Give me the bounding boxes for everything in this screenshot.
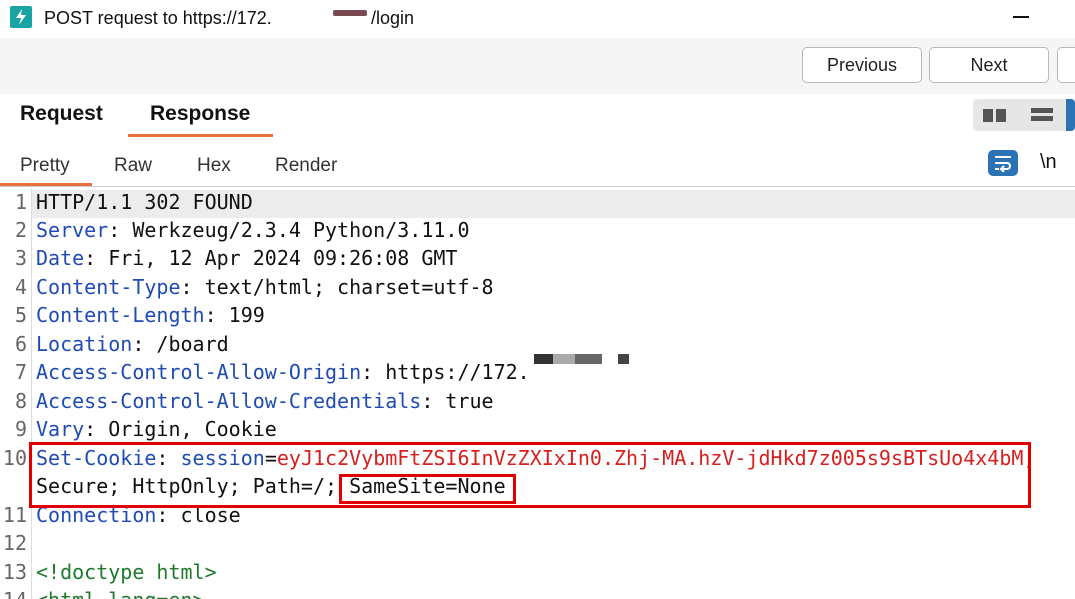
header-value: https://172.: [373, 360, 530, 384]
header-line: Access-Control-Allow-Origin: https://172…: [36, 360, 530, 384]
word-wrap-icon[interactable]: [988, 150, 1018, 176]
tab-pretty[interactable]: Pretty: [20, 155, 70, 177]
active-subtab-indicator: [0, 183, 92, 186]
html-tag: <html lang=en>: [36, 588, 205, 599]
more-button[interactable]: [1057, 47, 1075, 83]
line-number: 2: [14, 218, 27, 242]
window-title: POST request to https://172.: [44, 8, 272, 28]
view-subtabs: Pretty Raw Hex Render \n: [0, 138, 1075, 187]
tab-raw[interactable]: Raw: [114, 155, 152, 177]
header-line: Content-Length: 199: [36, 303, 265, 327]
title-bar: POST request to https://172. /login: [0, 0, 1075, 38]
header-line: Location: /board: [36, 332, 229, 356]
header-key: Content-Length: [36, 303, 205, 327]
header-key: Vary: [36, 417, 85, 441]
header-line: Date: Fri, 12 Apr 2024 09:26:08 GMT: [36, 246, 458, 270]
stacked-layout-icon[interactable]: [1031, 108, 1053, 122]
header-key: Location: [36, 332, 133, 356]
tab-render[interactable]: Render: [275, 155, 337, 177]
line-number-gutter: 1 2 3 4 5 6 7 8 9 10 11 12 13 14: [0, 188, 32, 599]
header-value: true: [433, 389, 494, 413]
line-number: 3: [14, 246, 27, 270]
line-number: 7: [14, 360, 27, 384]
single-layout-icon[interactable]: [1066, 99, 1075, 131]
redacted-ip: [618, 354, 629, 364]
line-number: 9: [14, 417, 27, 441]
header-key: Access-Control-Allow-Credentials: [36, 389, 422, 413]
tab-request[interactable]: Request: [20, 102, 103, 126]
header-value: Fri, 12 Apr 2024 09:26:08 GMT: [96, 246, 458, 270]
active-tab-indicator: [128, 134, 273, 137]
line-number: 4: [14, 275, 27, 299]
line-number: 5: [14, 303, 27, 327]
header-key: Content-Type: [36, 275, 181, 299]
header-line: Content-Type: text/html; charset=utf-8: [36, 275, 494, 299]
split-layout-icon[interactable]: [983, 109, 1007, 122]
body-line: <html lang=en>: [36, 588, 205, 599]
header-line: Server: Werkzeug/2.3.4 Python/3.11.0: [36, 218, 470, 242]
line-number: 12: [2, 531, 27, 555]
tab-response[interactable]: Response: [150, 102, 250, 126]
header-key: Date: [36, 246, 85, 270]
html-tag: <!doctype html>: [36, 560, 217, 584]
line-number: 14: [0, 588, 27, 599]
header-line: Access-Control-Allow-Credentials: true: [36, 389, 494, 413]
tab-hex[interactable]: Hex: [197, 155, 231, 177]
line-number: 1: [14, 190, 27, 214]
body-line: <!doctype html>: [36, 560, 217, 584]
redacted-ip: [534, 354, 602, 364]
nav-strip: Previous Next: [0, 38, 1075, 94]
header-key: Access-Control-Allow-Origin: [36, 360, 362, 384]
line-number: 6: [14, 332, 27, 356]
line-number: 13: [2, 560, 27, 584]
header-value: 199: [216, 303, 265, 327]
header-line: Vary: Origin, Cookie: [36, 417, 277, 441]
line-number: 8: [14, 389, 27, 413]
header-value: text/html; charset=utf-8: [192, 275, 494, 299]
show-newlines-toggle[interactable]: \n: [1040, 151, 1057, 174]
header-value: Origin, Cookie: [96, 417, 277, 441]
response-editor[interactable]: 1 2 3 4 5 6 7 8 9 10 11 12 13 14 HTTP/1.…: [0, 188, 1075, 599]
set-cookie-highlight-box: [29, 442, 1031, 508]
status-text: HTTP/1.1 302 FOUND: [36, 190, 253, 214]
line-number: 11: [2, 503, 27, 527]
minimize-icon[interactable]: [1011, 5, 1031, 27]
previous-button[interactable]: Previous: [802, 47, 922, 83]
line-number: 10: [2, 446, 27, 470]
header-key: Server: [36, 218, 109, 242]
header-value: Werkzeug/2.3.4 Python/3.11.0: [120, 218, 470, 242]
status-line: HTTP/1.1 302 FOUND: [36, 190, 253, 214]
samesite-highlight-box: [339, 474, 516, 504]
burp-app-icon: [10, 6, 32, 28]
message-tabs: Request Response: [0, 94, 1075, 139]
redacted-ip: [333, 10, 367, 16]
next-button[interactable]: Next: [929, 47, 1049, 83]
layout-toggle: [973, 99, 1075, 131]
window-title-suffix: /login: [371, 8, 415, 28]
header-value: /board: [144, 332, 229, 356]
